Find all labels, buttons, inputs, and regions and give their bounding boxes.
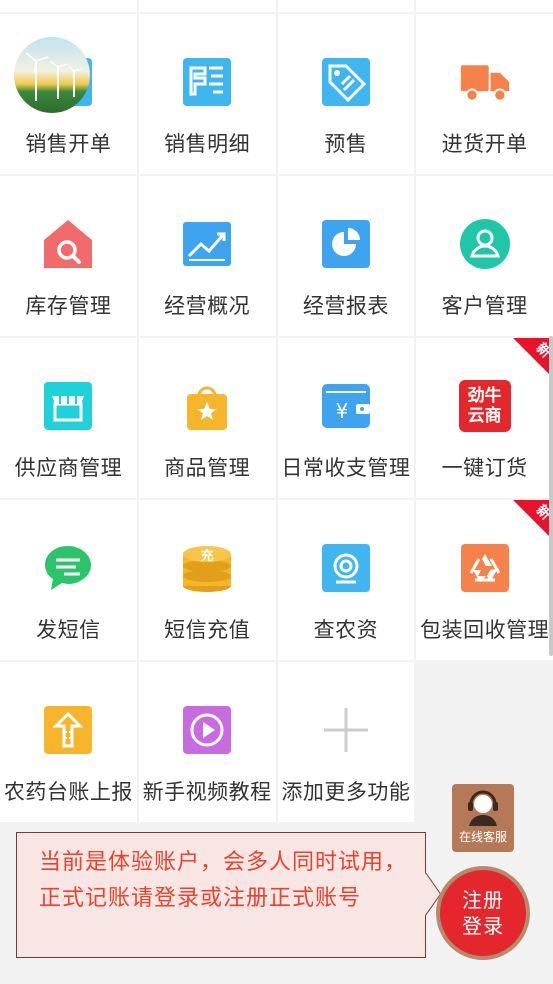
plus-icon <box>320 704 372 756</box>
grid-item-inventory[interactable]: 库存管理 <box>0 176 137 336</box>
grid-item-sales-detail[interactable]: 销售明细 <box>138 14 276 174</box>
grid-item-purchase-order[interactable]: 进货开单 <box>416 14 553 174</box>
grid-item-package-recycle[interactable]: 新 包装回收管理 <box>416 500 553 660</box>
function-grid: 销售开单 销售明细 预售 进货开单 库存管理 经营概况 经营报表 客户管理 供应… <box>0 14 553 824</box>
grid-item-label: 库存管理 <box>25 294 112 318</box>
grid-row: 发短信 充 短信充值 查农资 新 包装回收管理 <box>0 500 553 660</box>
new-badge: 新 <box>513 500 553 540</box>
top-strip-cell <box>138 0 276 12</box>
top-strip-cell <box>416 0 553 12</box>
upload-report-icon <box>42 704 94 756</box>
wallet-icon: ¥ <box>320 380 372 432</box>
new-badge: 新 <box>513 338 553 378</box>
register-login-button[interactable]: 注册 登录 <box>436 866 530 960</box>
coins-icon: 充 <box>181 542 233 594</box>
grid-item-sms-recharge[interactable]: 充 短信充值 <box>138 500 276 660</box>
grid-item-pesticide-report[interactable]: 农药台账上报 <box>0 662 137 822</box>
icon-text: 云商 <box>467 406 502 426</box>
grid-item-label: 日常收支管理 <box>281 456 411 480</box>
grid-item-label: 销售明细 <box>164 132 251 156</box>
customer-icon <box>459 218 511 270</box>
top-strip <box>0 0 553 12</box>
product-bag-icon <box>181 380 233 432</box>
truck-icon <box>459 56 511 108</box>
notice-text: 当前是体验账户，会多人同时试用，正式记账请登录或注册正式账号 <box>39 850 408 911</box>
sms-bubble-icon <box>42 542 94 594</box>
grid-item-customer[interactable]: 客户管理 <box>416 176 553 336</box>
grid-row: 供应商管理 商品管理 ¥ 日常收支管理 新 劲牛 云商 一键订货 <box>0 338 553 498</box>
grid-item-send-sms[interactable]: 发短信 <box>0 500 137 660</box>
grid-item-label: 包装回收管理 <box>420 618 550 642</box>
trend-chart-icon <box>181 218 233 270</box>
online-service-button[interactable]: 在线客服 <box>452 784 514 852</box>
headset-agent-icon <box>468 790 498 826</box>
video-play-icon <box>181 704 233 756</box>
grid-item-daily-finance[interactable]: ¥ 日常收支管理 <box>277 338 415 498</box>
grid-item-supplier[interactable]: 供应商管理 <box>0 338 137 498</box>
grid-item-label: 销售开单 <box>25 132 112 156</box>
inventory-house-icon <box>42 218 94 270</box>
svg-text:¥: ¥ <box>336 399 349 423</box>
supplier-store-icon <box>42 380 94 432</box>
grid-item-business-overview[interactable]: 经营概况 <box>138 176 276 336</box>
top-strip-cell <box>277 0 415 12</box>
grid-item-search-agri[interactable]: 查农资 <box>277 500 415 660</box>
grid-row: 库存管理 经营概况 经营报表 客户管理 <box>0 176 553 336</box>
search-agri-icon <box>320 542 372 594</box>
wind-turbine-image <box>25 52 82 101</box>
presale-tag-icon <box>320 56 372 108</box>
grid-item-label: 经营报表 <box>302 294 389 318</box>
avatar[interactable] <box>14 37 90 113</box>
jinniu-yunshang-icon: 劲牛 云商 <box>458 380 511 432</box>
top-strip-cell <box>0 0 137 12</box>
grid-item-add-more[interactable]: 添加更多功能 <box>277 662 415 822</box>
grid-item-label: 客户管理 <box>441 294 528 318</box>
grid-item-business-report[interactable]: 经营报表 <box>277 176 415 336</box>
grid-item-label: 农药台账上报 <box>3 780 133 804</box>
grid-item-product[interactable]: 商品管理 <box>138 338 276 498</box>
grid-item-label: 商品管理 <box>164 456 251 480</box>
register-label: 注册 <box>462 888 504 912</box>
recycle-icon <box>459 542 511 594</box>
grid-item-label: 短信充值 <box>164 618 251 642</box>
grid-item-one-click-order[interactable]: 新 劲牛 云商 一键订货 <box>416 338 553 498</box>
grid-item-label: 经营概况 <box>164 294 251 318</box>
icon-text: 劲牛 <box>467 386 502 406</box>
grid-item-label: 查农资 <box>313 618 379 642</box>
grid-item-label: 发短信 <box>36 618 101 642</box>
online-service-label: 在线客服 <box>458 830 507 844</box>
icon-text: 充 <box>200 549 214 564</box>
pie-report-icon <box>320 218 372 270</box>
grid-item-label: 预售 <box>324 132 368 156</box>
sales-detail-icon <box>181 56 233 108</box>
scrollbar[interactable] <box>549 336 553 656</box>
grid-item-label: 添加更多功能 <box>281 780 411 804</box>
grid-item-label: 进货开单 <box>441 132 528 156</box>
grid-item-label: 一键订货 <box>441 456 528 480</box>
grid-item-presale[interactable]: 预售 <box>277 14 415 174</box>
grid-item-video-tutorial[interactable]: 新手视频教程 <box>138 662 276 822</box>
login-label: 登录 <box>462 914 504 938</box>
grid-item-label: 新手视频教程 <box>142 780 272 804</box>
grid-item-label: 供应商管理 <box>14 456 123 480</box>
trial-account-notice: 当前是体验账户，会多人同时试用，正式记账请登录或注册正式账号 <box>16 832 442 958</box>
